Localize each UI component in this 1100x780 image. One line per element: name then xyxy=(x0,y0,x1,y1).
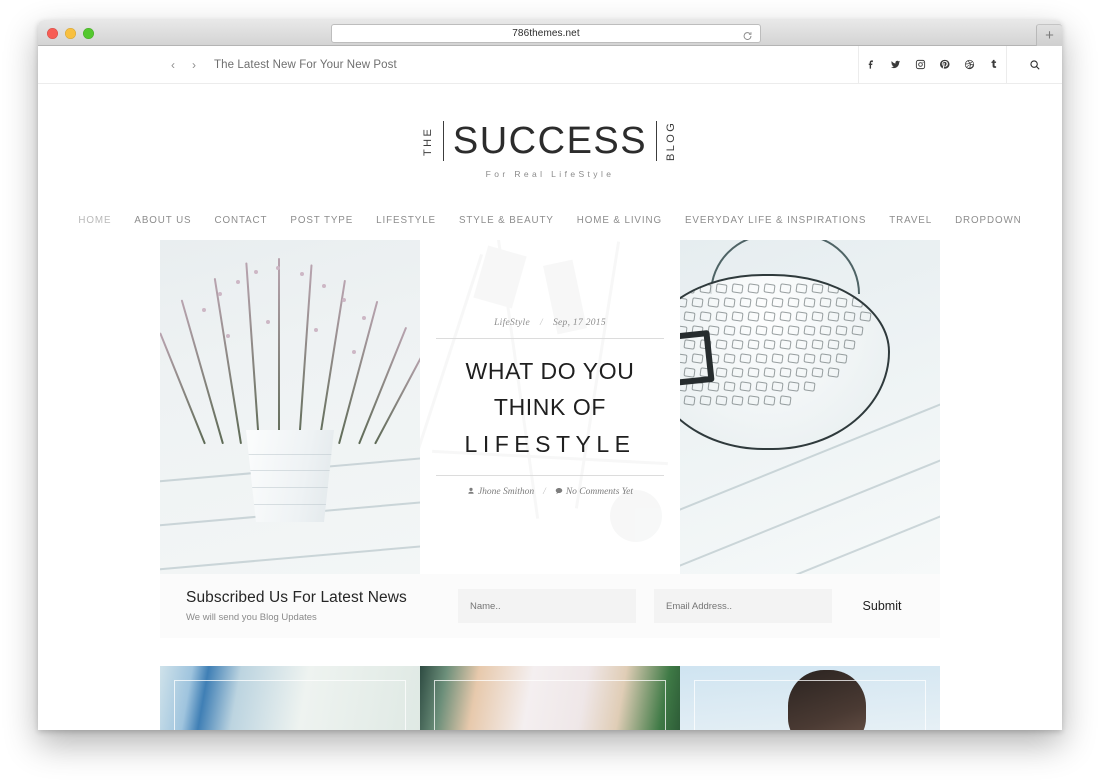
logo-main-text: SUCCESS xyxy=(452,120,648,162)
newsletter-copy: Subscribed Us For Latest News We will se… xyxy=(186,589,458,623)
post-card-frame xyxy=(434,680,666,730)
nav-item-everyday-life-inspirations[interactable]: EVERYDAY LIFE & INSPIRATIONS xyxy=(685,215,866,226)
tumblr-icon[interactable] xyxy=(982,46,1007,83)
browser-chrome-bar: 786themes.net + xyxy=(38,20,1062,46)
close-window-button[interactable] xyxy=(47,28,58,39)
post-grid xyxy=(160,666,940,730)
plant-photo xyxy=(160,240,420,574)
site-top-bar: ‹ › The Latest New For Your New Post xyxy=(38,46,1062,84)
site-logo[interactable]: THE SUCCESS BLOG For Real LifeStyle xyxy=(38,84,1062,179)
hero-meta-separator: / xyxy=(540,317,543,328)
logo-the-text: THE xyxy=(421,126,434,156)
minimize-window-button[interactable] xyxy=(65,28,76,39)
post-card[interactable] xyxy=(680,666,940,730)
window-controls xyxy=(47,28,94,39)
facebook-icon[interactable] xyxy=(859,46,884,83)
address-bar[interactable]: 786themes.net xyxy=(331,24,761,43)
instagram-icon[interactable] xyxy=(908,46,933,83)
hero-post-title[interactable]: WHAT DO YOU THINK OF LIFESTYLE xyxy=(465,339,636,475)
hero-image-right[interactable] xyxy=(680,240,940,574)
ticker-prev-icon[interactable]: ‹ xyxy=(168,59,178,71)
newsletter-name-input[interactable] xyxy=(458,589,636,623)
hero-title-line-1: WHAT DO YOU xyxy=(465,357,635,384)
new-tab-button[interactable]: + xyxy=(1036,24,1062,46)
post-card[interactable] xyxy=(160,666,420,730)
logo-tagline: For Real LifeStyle xyxy=(485,169,615,179)
post-card-frame xyxy=(174,680,406,730)
user-icon xyxy=(468,487,474,494)
nav-item-style-and-beauty[interactable]: STYLE & BEAUTY xyxy=(459,215,554,226)
newsletter-subtitle: We will send you Blog Updates xyxy=(186,612,317,623)
hero-post-byline: Jhone Smithon / No Comments Yet xyxy=(467,476,633,497)
hero-comments[interactable]: No Comments Yet xyxy=(555,487,633,497)
social-links xyxy=(858,46,1062,83)
news-ticker: ‹ › The Latest New For Your New Post xyxy=(38,46,858,83)
reload-icon[interactable] xyxy=(742,28,753,40)
nav-item-dropdown[interactable]: DROPDOWN xyxy=(955,215,1022,226)
wire-basket-photo xyxy=(680,240,940,574)
nav-item-home-and-living[interactable]: HOME & LIVING xyxy=(577,215,662,226)
logo-divider-right xyxy=(656,121,658,161)
nav-item-travel[interactable]: TRAVEL xyxy=(889,215,932,226)
nav-item-lifestyle[interactable]: LIFESTYLE xyxy=(376,215,436,226)
page-viewport: ‹ › The Latest New For Your New Post THE… xyxy=(38,46,1062,730)
hero-byline-separator: / xyxy=(543,486,546,497)
newsletter-title: Subscribed Us For Latest News xyxy=(186,589,407,606)
hero-author-name: Jhone Smithon xyxy=(477,486,535,497)
logo-row: THE SUCCESS BLOG xyxy=(421,120,678,162)
logo-divider-left xyxy=(442,121,444,161)
newsletter-signup: Subscribed Us For Latest News We will se… xyxy=(160,574,940,638)
new-tab-label: + xyxy=(1045,27,1054,44)
post-card-frame xyxy=(694,680,926,730)
pot-ridges xyxy=(246,430,334,522)
zoom-window-button[interactable] xyxy=(83,28,94,39)
search-icon[interactable] xyxy=(1006,46,1062,83)
hero-title-line-3: LIFESTYLE xyxy=(464,430,636,457)
hero-author[interactable]: Jhone Smithon xyxy=(467,487,534,497)
nav-item-contact[interactable]: CONTACT xyxy=(215,215,268,226)
newsletter-email-input[interactable] xyxy=(654,589,832,623)
hero-image-left[interactable] xyxy=(160,240,420,574)
dribbble-icon[interactable] xyxy=(957,46,982,83)
post-card[interactable] xyxy=(420,666,680,730)
hero-slider: LifeStyle / Sep, 17 2015 WHAT DO YOU THI… xyxy=(160,240,940,574)
heather-foliage xyxy=(160,258,420,445)
hero-comments-text: No Comments Yet xyxy=(565,486,634,497)
logo-blog-text: BLOG xyxy=(665,120,678,162)
main-navigation: HOME ABOUT US CONTACT POST TYPE LIFESTYL… xyxy=(38,215,1062,240)
browser-window: 786themes.net + ‹ › The Latest New For Y… xyxy=(38,20,1062,730)
hero-post-meta: LifeStyle / Sep, 17 2015 xyxy=(494,318,606,338)
pinterest-icon[interactable] xyxy=(933,46,958,83)
hero-date: Sep, 17 2015 xyxy=(552,317,606,328)
basket-label-tag xyxy=(680,329,715,387)
ticker-text[interactable]: The Latest New For Your New Post xyxy=(214,59,397,71)
nav-item-home[interactable]: HOME xyxy=(78,215,111,226)
nav-item-about-us[interactable]: ABOUT US xyxy=(134,215,191,226)
ticker-next-icon[interactable]: › xyxy=(189,59,199,71)
nav-item-post-type[interactable]: POST TYPE xyxy=(290,215,353,226)
wire-basket xyxy=(680,274,890,450)
url-text: 786themes.net xyxy=(512,28,580,39)
white-flower-pot xyxy=(246,430,334,522)
twitter-icon[interactable] xyxy=(884,46,909,83)
comment-icon xyxy=(555,487,563,494)
hero-title-line-2: THINK OF xyxy=(493,393,607,420)
hero-category[interactable]: LifeStyle xyxy=(494,318,530,328)
newsletter-submit-button[interactable]: Submit xyxy=(850,599,914,613)
hero-featured-post[interactable]: LifeStyle / Sep, 17 2015 WHAT DO YOU THI… xyxy=(420,240,680,574)
